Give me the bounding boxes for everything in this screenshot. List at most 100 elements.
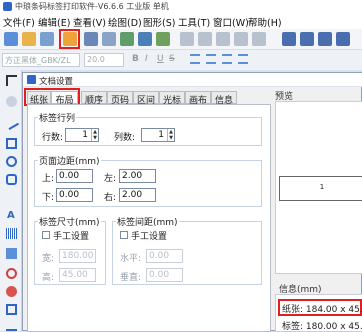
pan-icon[interactable]	[6, 96, 17, 107]
database-icon[interactable]	[120, 32, 134, 46]
polyline-tool-icon[interactable]	[6, 320, 17, 331]
rows-cols-group-title: 标签行列	[38, 111, 77, 124]
app-icon	[3, 2, 12, 11]
label-width-label: 宽:	[42, 254, 55, 264]
horizontal-gap-label: 水平:	[120, 254, 142, 264]
strikethrough-button[interactable]: S	[169, 54, 175, 64]
tab-range[interactable]: 区间	[133, 91, 159, 106]
margin-left-label: 左:	[104, 174, 117, 184]
margin-right-input[interactable]: 2.00	[119, 188, 156, 202]
zoom-out-icon[interactable]	[300, 32, 314, 46]
rows-label: 行数:	[42, 133, 64, 143]
tab-canvas[interactable]: 画布	[185, 91, 211, 106]
align-left-icon[interactable]	[190, 54, 200, 64]
new-document-icon[interactable]	[4, 32, 18, 46]
image-tool-icon[interactable]	[6, 248, 17, 259]
title-bar: 中琅条码标签打印软件-V6.6.6 工业版 单机	[0, 0, 362, 13]
menu-edit[interactable]: 编辑(E)	[38, 15, 70, 29]
paper-size-text: 纸张: 184.00 x 45.00	[282, 305, 362, 315]
select-pointer-icon[interactable]	[6, 75, 17, 86]
info-panel: 纸张: 184.00 x 45.00 标签: 180.00 x 45.00	[275, 294, 362, 332]
print-queue-icon[interactable]	[138, 32, 152, 46]
margin-right-label: 右:	[104, 193, 117, 203]
zoom-in-icon[interactable]	[282, 32, 296, 46]
rows-spinner[interactable]: ▲ ▼	[91, 129, 98, 141]
label-size-group-title: 标签尺寸(mm)	[38, 215, 101, 228]
underline-button[interactable]: U	[157, 54, 164, 64]
align-center-icon[interactable]	[206, 54, 216, 64]
margin-top-label: 上:	[42, 174, 55, 184]
left-toolbox: A	[0, 70, 22, 331]
preview-label-number: 1	[319, 183, 325, 191]
tab-page-number[interactable]: 页码	[107, 91, 133, 106]
margin-left-input[interactable]: 2.00	[119, 169, 156, 183]
align-justify-icon[interactable]	[238, 54, 248, 64]
label-gap-manual-checkbox[interactable]	[120, 231, 128, 239]
bold-button[interactable]: B	[132, 54, 139, 64]
dialog-title: 文档设置	[39, 77, 74, 87]
copy-icon[interactable]	[198, 32, 212, 46]
italic-button[interactable]: I	[145, 54, 148, 64]
menu-tools[interactable]: 工具(T)	[178, 15, 210, 29]
label-height-label: 高:	[42, 273, 55, 283]
menu-draw[interactable]: 绘图(D)	[108, 15, 142, 29]
menu-file[interactable]: 文件(F)	[3, 15, 35, 29]
menu-shape[interactable]: 图形(S)	[143, 15, 175, 29]
qrcode-tool-icon[interactable]	[6, 268, 17, 279]
tab-cursor[interactable]: 光标	[159, 91, 185, 106]
window-title: 中琅条码标签打印软件-V6.6.6 工业版 单机	[15, 2, 169, 11]
label-size-manual-label: 手工设置	[53, 232, 90, 242]
barcode-tool-icon[interactable]	[6, 228, 17, 239]
menu-help[interactable]: 帮助(H)	[248, 15, 282, 29]
export-icon[interactable]	[156, 32, 170, 46]
cols-spinner[interactable]: ▲ ▼	[167, 129, 174, 141]
document-settings-dialog: 文档设置 纸张 布局 顺序 页码 区间 光标 画布 信息 标签行列 行数: 1 …	[22, 72, 362, 332]
cut-icon[interactable]	[180, 32, 194, 46]
font-family-select[interactable]: 方正黑体_GBK/ZL	[2, 53, 80, 67]
label-width-input[interactable]: 180.00	[59, 249, 96, 263]
label-gap-manual-label: 手工设置	[131, 232, 168, 242]
stamp-tool-icon[interactable]	[6, 286, 17, 297]
rectangle-tool-icon[interactable]	[6, 138, 17, 149]
menu-window[interactable]: 窗口(W)	[213, 15, 249, 29]
preview-label-box: 1	[279, 176, 362, 201]
menu-view[interactable]: 查看(V)	[73, 15, 106, 29]
tab-order[interactable]: 顺序	[81, 91, 107, 106]
table-tool-icon[interactable]	[6, 304, 17, 315]
cols-label: 列数:	[114, 133, 136, 143]
format-toolbar: 方正黑体_GBK/ZL 20.0 B I U S	[0, 50, 362, 70]
layout-tab-panel: 标签行列 行数: 1 ▲ ▼ 列数: 1 ▲ ▼ 页面边距(mm) 上: 0.00 …	[27, 104, 271, 332]
label-size-text: 标签: 180.00 x 45.00	[282, 322, 362, 332]
save-icon[interactable]	[40, 32, 54, 46]
zoom-actual-icon[interactable]	[336, 32, 350, 46]
align-right-icon[interactable]	[222, 54, 232, 64]
vertical-gap-label: 垂直:	[120, 273, 142, 283]
zoom-fit-icon[interactable]	[318, 32, 332, 46]
paste-icon[interactable]	[216, 32, 230, 46]
print-icon[interactable]	[84, 32, 98, 46]
text-tool-icon[interactable]: A	[7, 210, 15, 221]
label-height-input[interactable]: 45.00	[59, 268, 96, 282]
menu-bar: 文件(F) 编辑(E) 查看(V) 绘图(D) 图形(S) 工具(T) 窗口(W…	[0, 13, 362, 29]
undo-icon[interactable]	[234, 32, 248, 46]
redo-icon[interactable]	[252, 32, 266, 46]
font-size-select[interactable]: 20.0	[84, 53, 124, 67]
margin-bottom-label: 下:	[42, 193, 55, 203]
margin-top-input[interactable]: 0.00	[56, 169, 93, 183]
rounded-rectangle-icon[interactable]	[6, 174, 17, 185]
line-tool-icon[interactable]	[3, 114, 20, 131]
label-size-manual-checkbox[interactable]	[42, 231, 50, 239]
dialog-titlebar: 文档设置	[23, 73, 362, 87]
vertical-gap-input[interactable]: 0.00	[146, 268, 183, 282]
margin-bottom-input[interactable]: 0.00	[56, 188, 93, 202]
open-folder-icon[interactable]	[22, 32, 36, 46]
ellipse-tool-icon[interactable]	[6, 156, 17, 167]
main-toolbar	[0, 29, 362, 50]
horizontal-gap-input[interactable]: 0.00	[146, 249, 183, 263]
page-margin-group-title: 页面边距(mm)	[38, 154, 101, 167]
document-settings-icon[interactable]	[63, 32, 77, 46]
tab-info[interactable]: 信息	[211, 91, 237, 106]
document-settings-icon	[27, 75, 36, 84]
label-gap-group-title: 标签间距(mm)	[116, 215, 179, 228]
print-preview-icon[interactable]	[102, 32, 116, 46]
